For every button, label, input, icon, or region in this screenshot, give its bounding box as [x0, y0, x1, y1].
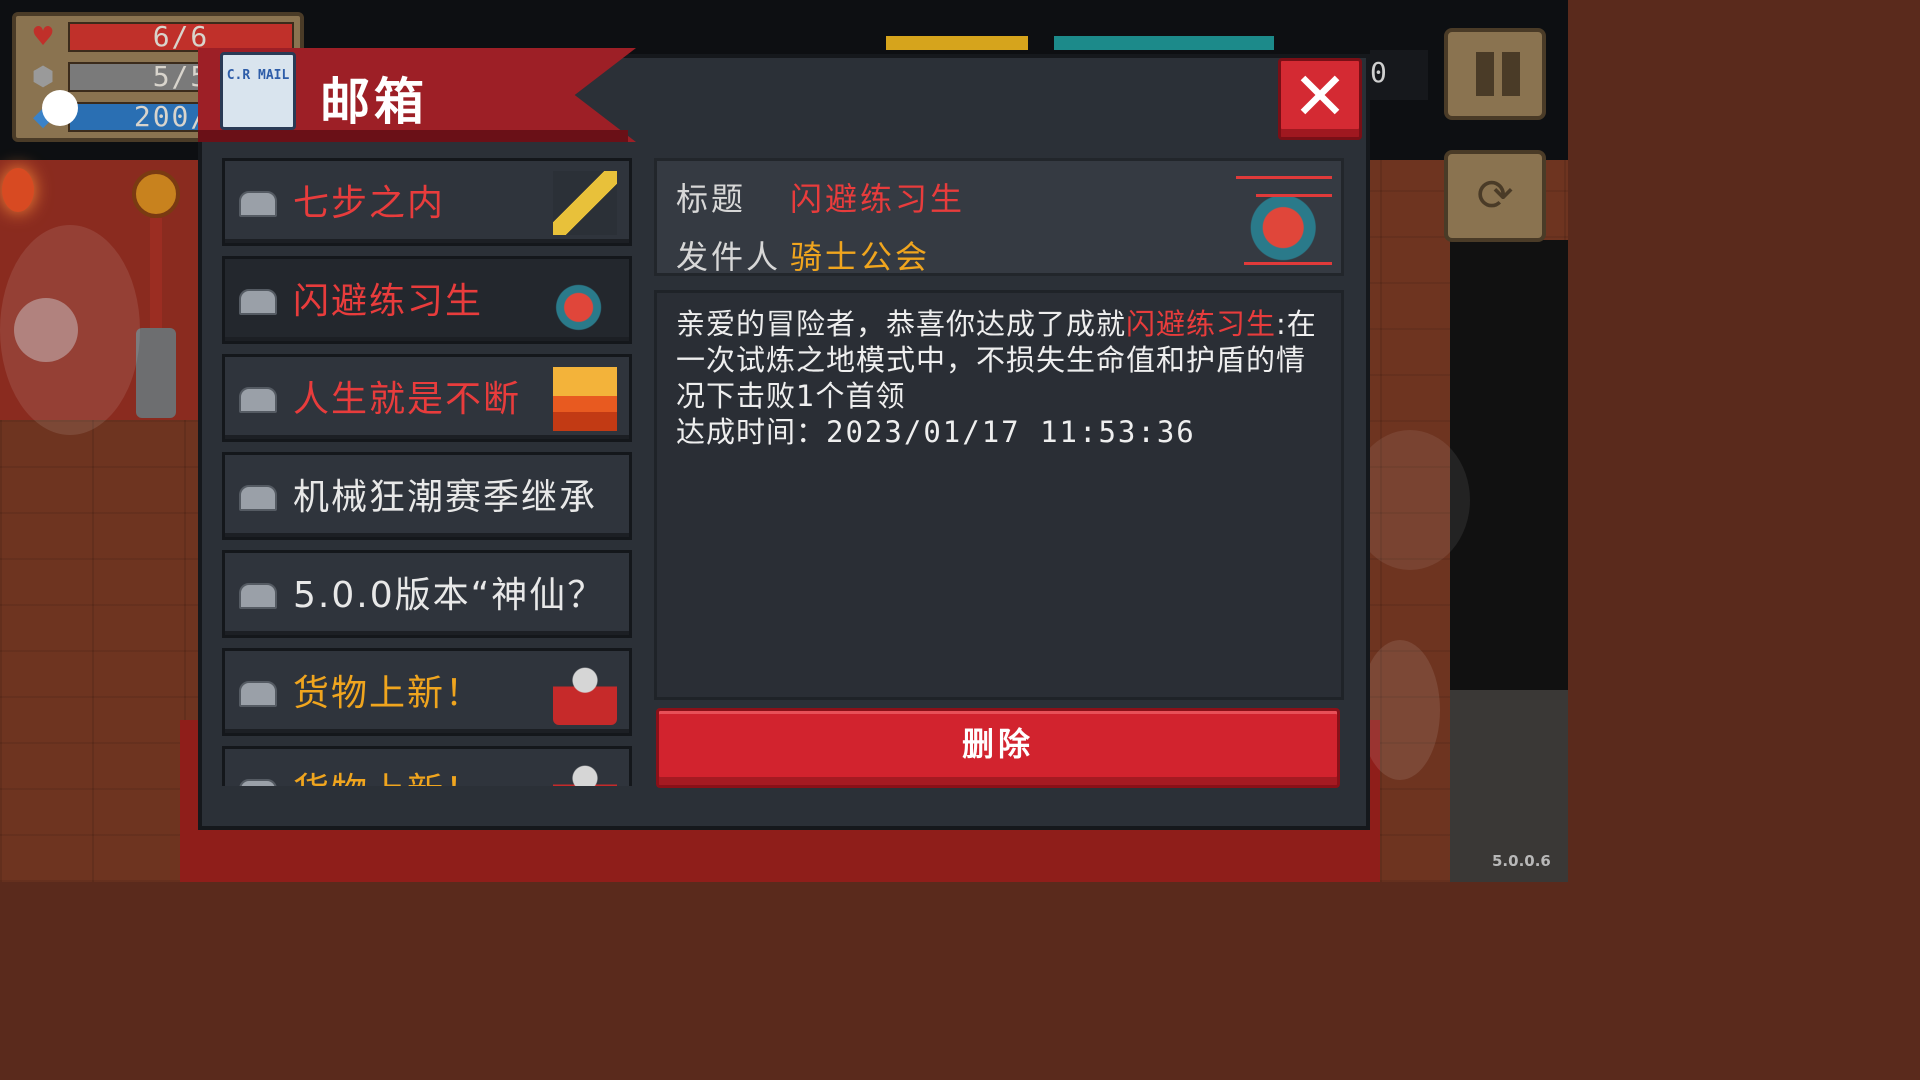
top-status-bar-teal [1054, 36, 1274, 50]
envelope-icon [239, 387, 277, 413]
mail-list[interactable]: 七步之内 闪避练习生 人生就是不断 机械狂潮赛季继承 5.0.0版本“神仙？ 货… [222, 158, 636, 786]
attack-button-ghost[interactable] [1360, 640, 1440, 780]
delete-button[interactable]: 删除 [656, 708, 1340, 788]
mail-item-label: 人生就是不断 [293, 379, 522, 420]
achieved-label: 达成时间： [676, 415, 827, 449]
subject-label: 标题 [676, 180, 747, 218]
subject-value: 闪避练习生 [790, 180, 966, 218]
sword-hand-icon [553, 171, 617, 235]
dodging-girl-icon [553, 269, 617, 333]
close-button[interactable]: ✕ [1278, 58, 1362, 140]
mail-body-text: 亲爱的冒险者，恭喜你达成了成就闪避练习生:在一次试炼之地模式中，不损失生命值和护… [676, 306, 1326, 450]
envelope-icon [239, 485, 277, 511]
sunset-icon [553, 367, 617, 431]
scene-right-wall [1450, 240, 1568, 690]
hp-row: ♥ 6/6 [24, 22, 296, 52]
mail-item-selected[interactable]: 闪避练习生 [222, 256, 632, 344]
mailbox-title: 邮箱 [320, 73, 428, 131]
envelope-icon [239, 583, 277, 609]
pause-button[interactable] [1444, 28, 1546, 120]
mail-item[interactable]: 机械狂潮赛季继承 [222, 452, 632, 540]
mail-item-label: 闪避练习生 [293, 281, 484, 322]
weapon-swap-button[interactable]: ⟳ [1444, 150, 1546, 242]
mail-item[interactable]: 货物上新！ [222, 746, 632, 786]
envelope-icon [239, 289, 277, 315]
envelope-icon [239, 779, 277, 786]
touch-indicator [42, 90, 78, 126]
pause-icon [1476, 52, 1494, 96]
mail-item[interactable]: 5.0.0版本“神仙？ [222, 550, 632, 638]
shield-icon: ⬢ [31, 62, 55, 92]
weapon-swap-icon: ⟳ [1476, 170, 1514, 221]
envelope-icon [239, 681, 277, 707]
gem-counter: 0 [1370, 50, 1428, 100]
mail-item-label: 5.0.0版本“神仙？ [293, 575, 606, 616]
body-prefix: 亲爱的冒险者，恭喜你达成了成就 [676, 307, 1127, 341]
top-status-bar-yellow [886, 36, 1028, 50]
body-highlight: 闪避练习生 [1126, 307, 1277, 341]
sender-value: 骑士公会 [790, 238, 931, 276]
hp-value: 6/6 [68, 22, 294, 52]
heart-icon: ♥ [31, 22, 55, 52]
achievement-thumbnail [1240, 170, 1336, 266]
envelope-icon [239, 191, 277, 217]
sender-label: 发件人 [676, 238, 782, 276]
cat-merchant-icon [553, 759, 617, 786]
mail-item[interactable]: 人生就是不断 [222, 354, 632, 442]
version-label: 5.0.0.6 [1492, 852, 1551, 870]
mail-item-label: 七步之内 [293, 183, 446, 224]
lantern-icon [2, 168, 34, 212]
cat-merchant-icon [553, 661, 617, 725]
mail-item[interactable]: 货物上新！ [222, 648, 632, 736]
mail-item-label: 机械狂潮赛季继承 [293, 477, 598, 518]
joystick-knob[interactable] [14, 298, 78, 362]
mail-item-label: 货物上新！ [293, 769, 563, 786]
mail-item[interactable]: 七步之内 [222, 158, 632, 246]
achieved-time: 2023/01/17 11:53:36 [826, 415, 1196, 449]
mail-item-label: 货物上新！ [293, 673, 484, 714]
mail-icon-text: C.R MAIL [226, 68, 290, 83]
close-x-icon: ✕ [1292, 58, 1348, 135]
mail-envelope-icon: C.R MAIL [220, 52, 296, 130]
